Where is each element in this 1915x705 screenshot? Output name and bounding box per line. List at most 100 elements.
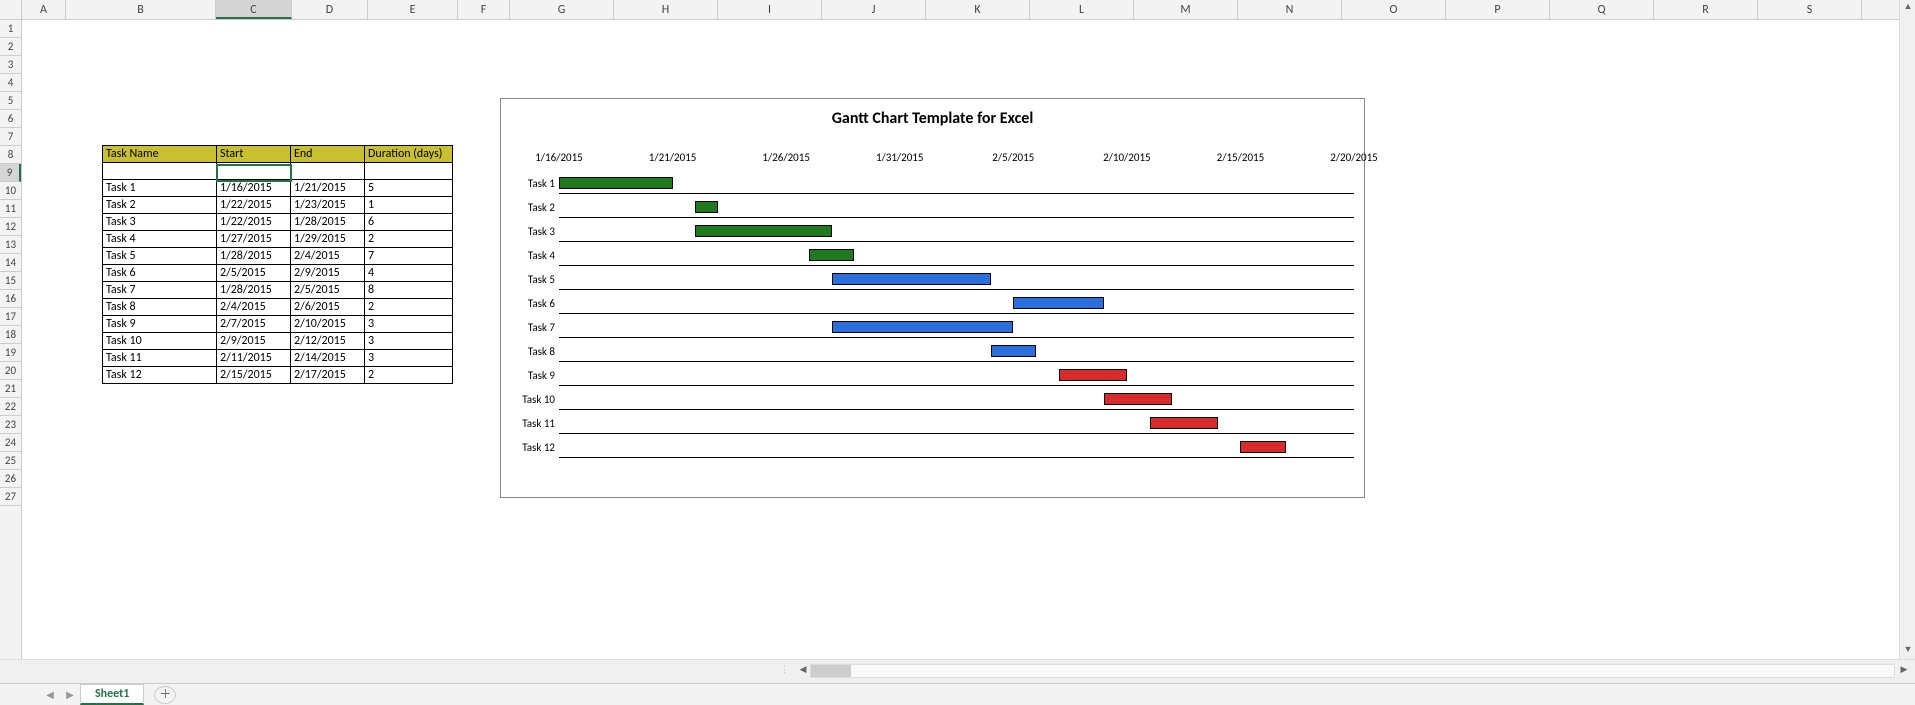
col-header-N[interactable]: N (1238, 0, 1342, 19)
cell-end[interactable]: 2/12/2015 (291, 333, 365, 350)
cell-start[interactable]: 2/7/2015 (217, 316, 291, 333)
cell-task[interactable]: Task 12 (103, 367, 217, 384)
cell-end[interactable]: 2/14/2015 (291, 350, 365, 367)
row-header-27[interactable]: 27 (0, 488, 21, 506)
row-header-24[interactable]: 24 (0, 434, 21, 452)
col-header-R[interactable]: R (1654, 0, 1758, 19)
col-header-J[interactable]: J (822, 0, 926, 19)
cell-dur[interactable]: 3 (365, 333, 453, 350)
col-header-E[interactable]: E (368, 0, 458, 19)
col-header-I[interactable]: I (718, 0, 822, 19)
row-header-1[interactable]: 1 (0, 20, 21, 38)
cell-end[interactable]: 1/23/2015 (291, 197, 365, 214)
row-header-13[interactable]: 13 (0, 236, 21, 254)
col-header-F[interactable]: F (458, 0, 510, 19)
cell-task[interactable]: Task 4 (103, 231, 217, 248)
cell-task[interactable]: Task 2 (103, 197, 217, 214)
table-row[interactable]: Task 82/4/20152/6/20152 (103, 299, 453, 316)
row-header-21[interactable]: 21 (0, 380, 21, 398)
row-header-4[interactable]: 4 (0, 74, 21, 92)
select-all-corner[interactable] (0, 0, 22, 20)
cell-task[interactable]: Task 10 (103, 333, 217, 350)
row-header-26[interactable]: 26 (0, 470, 21, 488)
next-sheet-button[interactable]: ▶ (64, 688, 76, 701)
add-sheet-button[interactable]: ＋ (154, 686, 176, 704)
gantt-bar[interactable] (1059, 369, 1127, 381)
cell-start[interactable]: 2/15/2015 (217, 367, 291, 384)
table-row[interactable]: Task 92/7/20152/10/20153 (103, 316, 453, 333)
cell-dur[interactable]: 7 (365, 248, 453, 265)
cell-start[interactable]: 2/5/2015 (217, 265, 291, 282)
col-header-L[interactable]: L (1030, 0, 1134, 19)
row-header-23[interactable]: 23 (0, 416, 21, 434)
gantt-bar[interactable] (832, 321, 1014, 333)
row-header-8[interactable]: 8 (0, 146, 21, 164)
table-row[interactable]: Task 51/28/20152/4/20157 (103, 248, 453, 265)
tab-scroll-split[interactable]: ⋮ (780, 664, 792, 675)
row-header-22[interactable]: 22 (0, 398, 21, 416)
col-header-H[interactable]: H (614, 0, 718, 19)
col-header-O[interactable]: O (1342, 0, 1446, 19)
gantt-bar[interactable] (1240, 441, 1285, 453)
cell-start[interactable]: 2/9/2015 (217, 333, 291, 350)
cell-task[interactable]: Task 8 (103, 299, 217, 316)
cell-start[interactable]: 2/11/2015 (217, 350, 291, 367)
cell-start[interactable]: 1/28/2015 (217, 248, 291, 265)
vertical-scrollbar[interactable]: ▲ ▼ (1899, 0, 1915, 659)
row-header-20[interactable]: 20 (0, 362, 21, 380)
cell-end[interactable]: 1/28/2015 (291, 214, 365, 231)
cell-start[interactable]: 2/4/2015 (217, 299, 291, 316)
cell-end[interactable]: 2/5/2015 (291, 282, 365, 299)
gantt-bar[interactable] (1104, 393, 1172, 405)
cell-end[interactable]: 2/17/2015 (291, 367, 365, 384)
cell-task[interactable]: Task 5 (103, 248, 217, 265)
cell-end[interactable]: 2/10/2015 (291, 316, 365, 333)
table-row[interactable]: Task 102/9/20152/12/20153 (103, 333, 453, 350)
horizontal-scrollbar[interactable] (810, 664, 1895, 678)
col-header-Q[interactable]: Q (1550, 0, 1654, 19)
cell-dur[interactable]: 8 (365, 282, 453, 299)
scroll-right-arrow[interactable]: ▶ (1897, 664, 1911, 678)
cell-task[interactable]: Task 6 (103, 265, 217, 282)
table-row[interactable]: Task 31/22/20151/28/20156 (103, 214, 453, 231)
row-header-14[interactable]: 14 (0, 254, 21, 272)
row-header-17[interactable]: 17 (0, 308, 21, 326)
row-header-12[interactable]: 12 (0, 218, 21, 236)
grid-area[interactable]: Task Name Start End Duration (days) Task… (22, 20, 1899, 659)
row-header-15[interactable]: 15 (0, 272, 21, 290)
cell-task[interactable]: Task 11 (103, 350, 217, 367)
gantt-bar[interactable] (832, 273, 991, 285)
scroll-up-arrow[interactable]: ▲ (1900, 0, 1915, 16)
row-header-25[interactable]: 25 (0, 452, 21, 470)
col-header-K[interactable]: K (926, 0, 1030, 19)
hscroll-thumb[interactable] (811, 665, 851, 677)
cell-start[interactable]: 1/16/2015 (217, 180, 291, 197)
row-header-18[interactable]: 18 (0, 326, 21, 344)
row-header-5[interactable]: 5 (0, 92, 21, 110)
row-header-6[interactable]: 6 (0, 110, 21, 128)
cell-dur[interactable]: 1 (365, 197, 453, 214)
row-header-11[interactable]: 11 (0, 200, 21, 218)
table-row[interactable]: Task 122/15/20152/17/20152 (103, 367, 453, 384)
scroll-down-arrow[interactable]: ▼ (1900, 643, 1915, 659)
gantt-bar[interactable] (1150, 417, 1218, 429)
gantt-bar[interactable] (559, 177, 673, 189)
cell-task[interactable]: Task 3 (103, 214, 217, 231)
row-header-2[interactable]: 2 (0, 38, 21, 56)
cell-task[interactable]: Task 1 (103, 180, 217, 197)
row-header-19[interactable]: 19 (0, 344, 21, 362)
col-header-A[interactable]: A (22, 0, 66, 19)
gantt-bar[interactable] (991, 345, 1036, 357)
gantt-bar[interactable] (809, 249, 854, 261)
scroll-left-arrow[interactable]: ◀ (796, 664, 810, 678)
prev-sheet-button[interactable]: ◀ (44, 688, 56, 701)
cell-end[interactable]: 2/6/2015 (291, 299, 365, 316)
cell-dur[interactable]: 2 (365, 367, 453, 384)
cell-end[interactable]: 2/4/2015 (291, 248, 365, 265)
col-header-S[interactable]: S (1758, 0, 1862, 19)
col-header-M[interactable]: M (1134, 0, 1238, 19)
table-row[interactable]: Task 21/22/20151/23/20151 (103, 197, 453, 214)
cell-dur[interactable]: 6 (365, 214, 453, 231)
gantt-bar[interactable] (695, 201, 718, 213)
col-header-D[interactable]: D (292, 0, 368, 19)
